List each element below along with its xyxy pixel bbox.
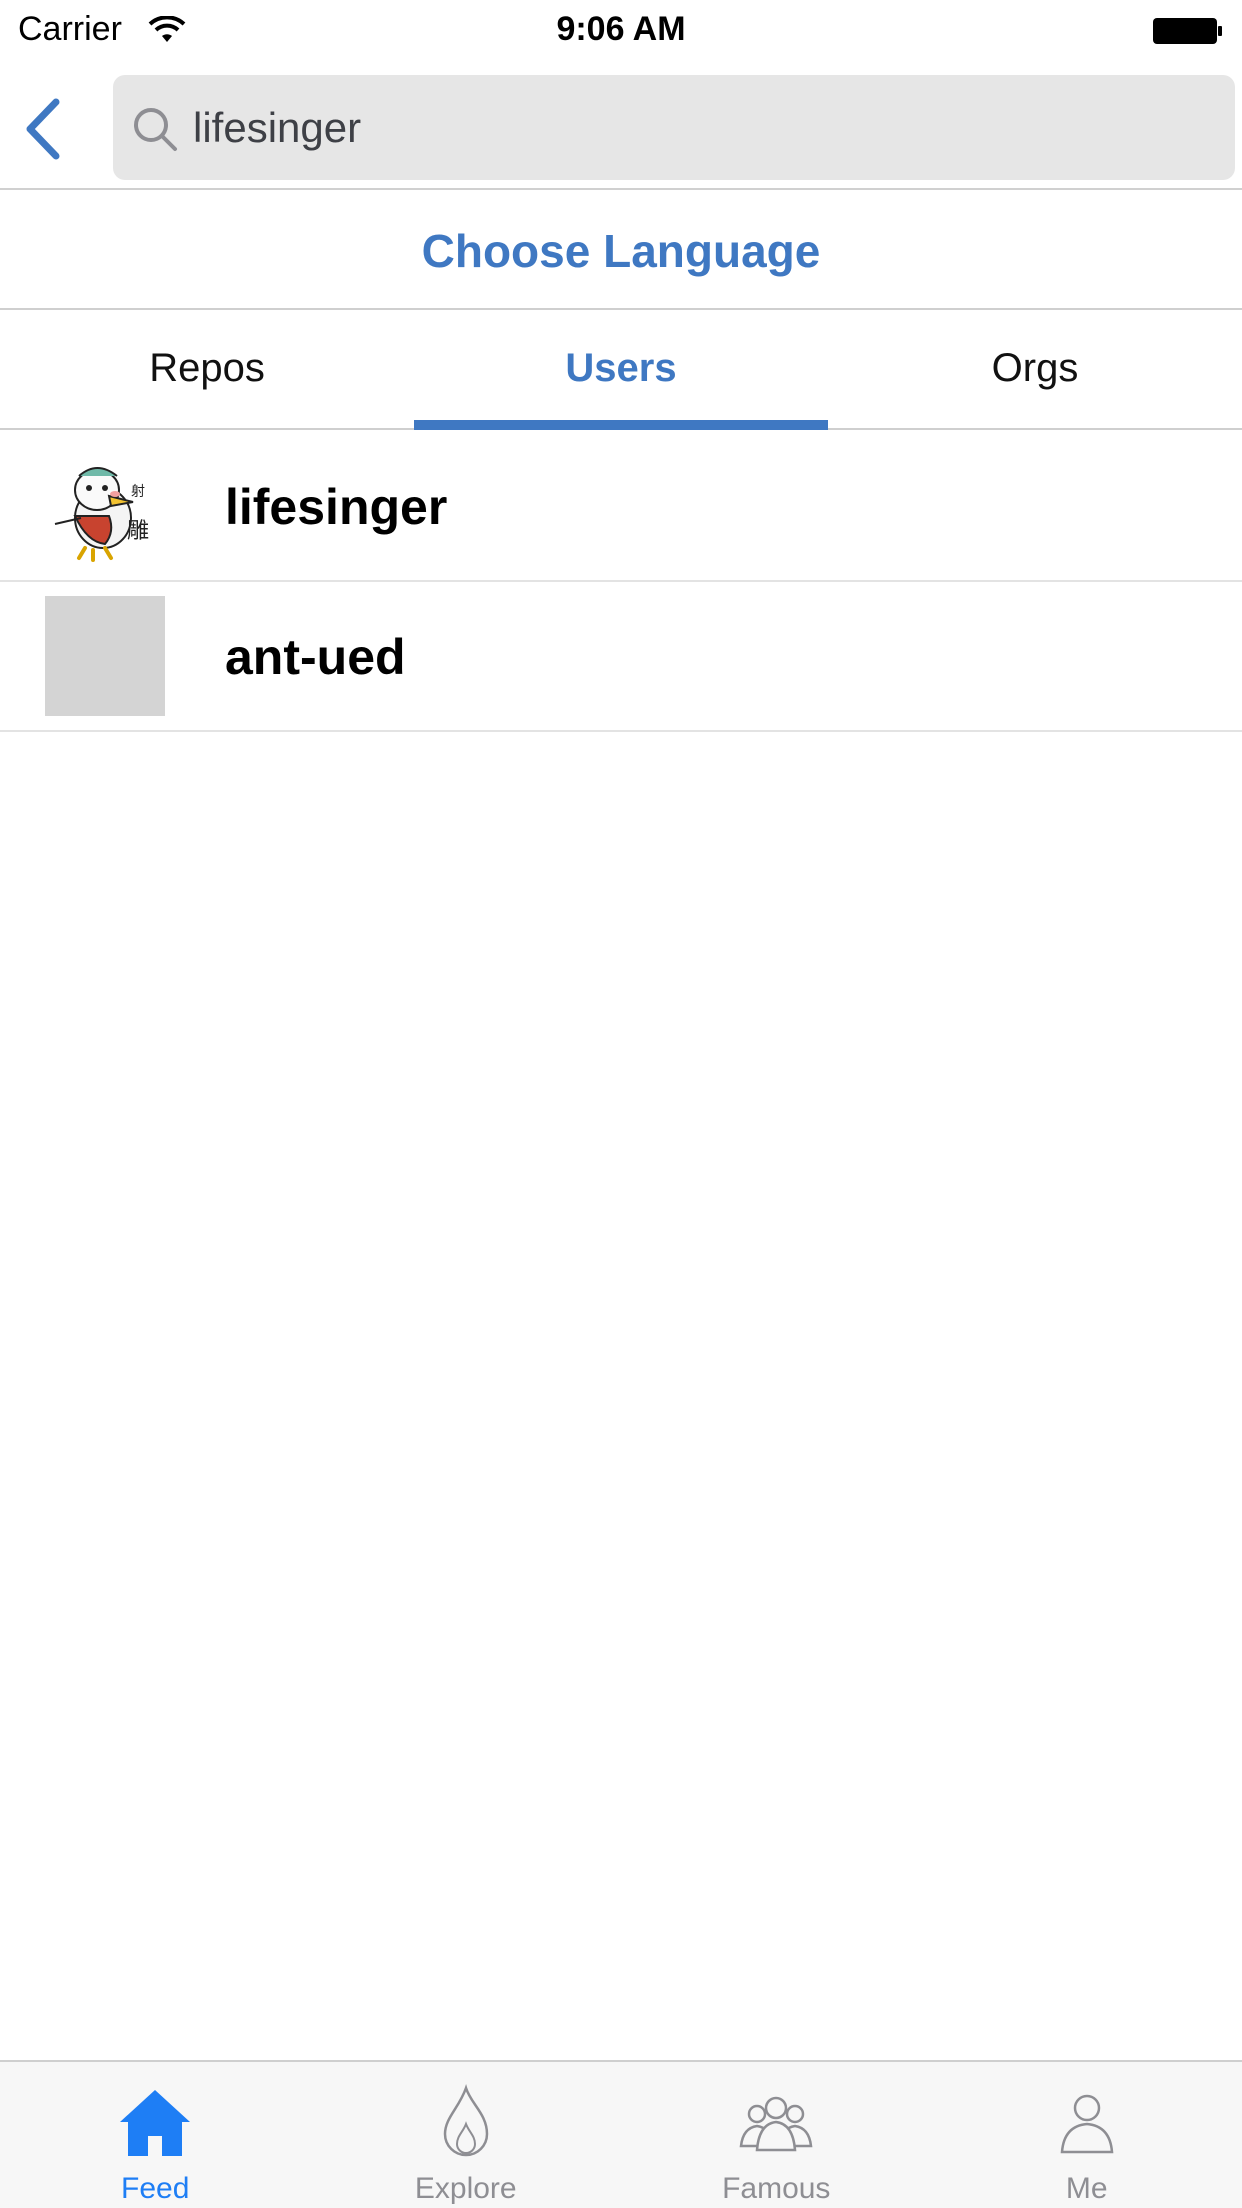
user-results-list: 雕 射 lifesinger ant-ued	[0, 432, 1242, 732]
battery-icon	[1153, 18, 1222, 44]
search-box[interactable]	[113, 75, 1235, 180]
choose-language-button[interactable]: Choose Language	[0, 192, 1242, 310]
tab-orgs[interactable]: Orgs	[828, 312, 1242, 428]
segment-tabs: Repos Users Orgs	[0, 312, 1242, 430]
tabbar-item-famous[interactable]: Famous	[621, 2062, 932, 2208]
list-item[interactable]: ant-ued	[0, 582, 1242, 732]
search-icon	[134, 108, 177, 151]
tabbar-label: Me	[1065, 2172, 1108, 2205]
search-nav-bar	[0, 60, 1242, 190]
tabbar-item-feed[interactable]: Feed	[0, 2062, 311, 2208]
avatar: 雕 射	[45, 446, 165, 566]
tabbar-item-me[interactable]: Me	[932, 2062, 1242, 2208]
status-bar: Carrier 9:06 AM	[0, 0, 1242, 60]
clock: 9:06 AM	[556, 10, 686, 48]
user-name: ant-ued	[225, 629, 406, 685]
tabbar-item-explore[interactable]: Explore	[311, 2062, 622, 2208]
bottom-tab-bar: Feed Explore Famous Me	[0, 2060, 1242, 2208]
avatar	[45, 596, 165, 716]
home-icon	[120, 2090, 191, 2156]
tabbar-label: Famous	[722, 2172, 831, 2205]
svg-text:射: 射	[131, 484, 145, 500]
svg-text:雕: 雕	[127, 519, 149, 544]
tab-repos[interactable]: Repos	[0, 312, 414, 428]
tab-users[interactable]: Users	[414, 312, 828, 428]
person-icon	[1060, 2094, 1114, 2154]
active-tab-indicator	[414, 420, 828, 430]
search-input[interactable]	[193, 75, 1213, 180]
list-item[interactable]: 雕 射 lifesinger	[0, 432, 1242, 582]
tabbar-label: Feed	[121, 2172, 190, 2205]
flame-icon	[443, 2084, 489, 2157]
group-icon	[739, 2096, 813, 2152]
back-chevron-icon[interactable]	[18, 94, 74, 164]
user-name: lifesinger	[225, 479, 448, 535]
tabbar-label: Explore	[414, 2172, 517, 2205]
